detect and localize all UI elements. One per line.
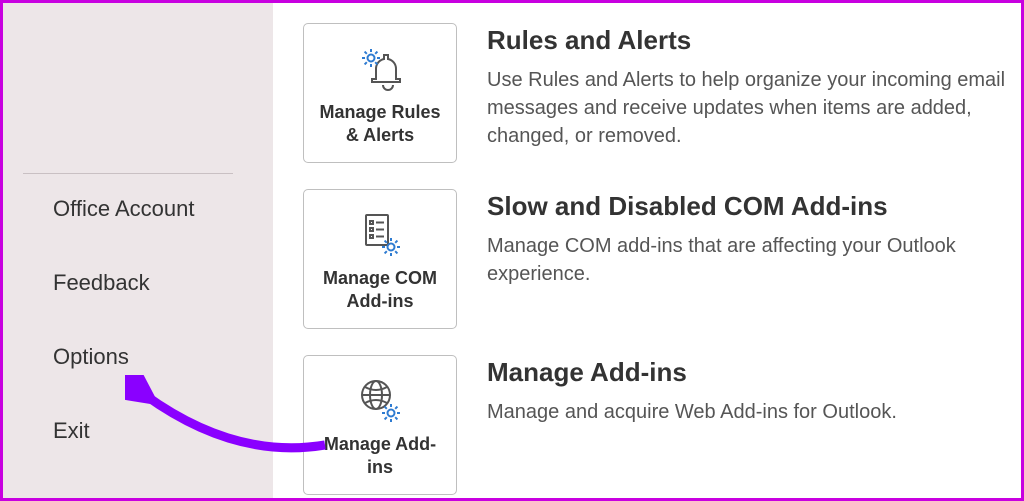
manage-com-addins-button[interactable]: Manage COM Add-ins — [303, 189, 457, 329]
sidebar-item-office-account[interactable]: Office Account — [53, 196, 273, 222]
sidebar-item-label: Feedback — [53, 270, 150, 295]
tile-label: Manage Rules & Alerts — [312, 101, 448, 148]
tile-label: Manage Add-ins — [312, 433, 448, 480]
section-title: Rules and Alerts — [487, 25, 1021, 56]
globe-gear-icon — [357, 375, 403, 425]
document-gear-icon — [357, 209, 403, 259]
app-frame: Office Account Feedback Options Exit — [0, 0, 1024, 501]
row-com-addins: Manage COM Add-ins Slow and Disabled COM… — [303, 189, 1021, 329]
sidebar-item-label: Options — [53, 344, 129, 369]
tile-label: Manage COM Add-ins — [312, 267, 448, 314]
main-content: Manage Rules & Alerts Rules and Alerts U… — [273, 3, 1021, 498]
sidebar-item-exit[interactable]: Exit — [53, 418, 273, 444]
sidebar-item-label: Exit — [53, 418, 90, 443]
com-addins-description: Slow and Disabled COM Add-ins Manage COM… — [487, 189, 1021, 288]
manage-addins-button[interactable]: Manage Add-ins — [303, 355, 457, 495]
sidebar-divider — [23, 173, 233, 174]
section-title: Slow and Disabled COM Add-ins — [487, 191, 1021, 222]
section-title: Manage Add-ins — [487, 357, 897, 388]
row-manage-addins: Manage Add-ins Manage Add-ins Manage and… — [303, 355, 1021, 495]
sidebar: Office Account Feedback Options Exit — [3, 3, 273, 498]
sidebar-item-label: Office Account — [53, 196, 194, 221]
section-text: Manage and acquire Web Add-ins for Outlo… — [487, 398, 897, 426]
manage-rules-alerts-button[interactable]: Manage Rules & Alerts — [303, 23, 457, 163]
rules-alerts-description: Rules and Alerts Use Rules and Alerts to… — [487, 23, 1021, 150]
section-text: Use Rules and Alerts to help organize yo… — [487, 66, 1021, 150]
gear-bell-icon — [354, 43, 406, 93]
manage-addins-description: Manage Add-ins Manage and acquire Web Ad… — [487, 355, 897, 426]
sidebar-item-options[interactable]: Options — [53, 344, 273, 370]
section-text: Manage COM add-ins that are affecting yo… — [487, 232, 1021, 288]
sidebar-item-feedback[interactable]: Feedback — [53, 270, 273, 296]
row-rules-alerts: Manage Rules & Alerts Rules and Alerts U… — [303, 23, 1021, 163]
